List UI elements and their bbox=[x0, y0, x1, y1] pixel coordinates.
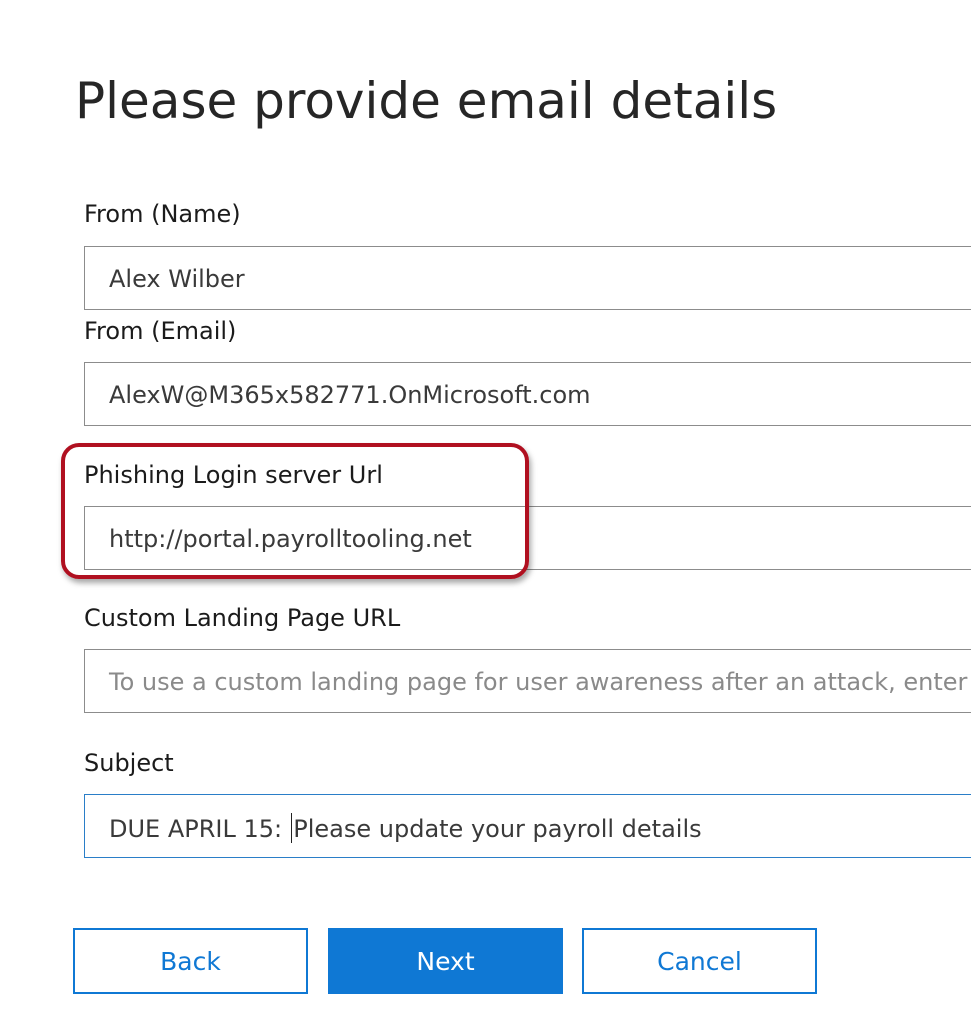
from-name-label: From (Name) bbox=[84, 200, 241, 228]
from-email-value: AlexW@M365x582771.OnMicrosoft.com bbox=[109, 381, 591, 409]
cancel-button-label: Cancel bbox=[657, 946, 742, 976]
page-title: Please provide email details bbox=[75, 72, 778, 130]
phishing-url-input[interactable]: http://portal.payrolltooling.net bbox=[84, 506, 971, 570]
subject-label: Subject bbox=[84, 749, 174, 777]
phishing-url-value: http://portal.payrolltooling.net bbox=[109, 525, 472, 553]
email-details-page: Please provide email details From (Name)… bbox=[0, 0, 971, 1024]
landing-url-placeholder: To use a custom landing page for user aw… bbox=[109, 668, 971, 696]
from-name-value: Alex Wilber bbox=[109, 265, 245, 293]
back-button-label: Back bbox=[160, 946, 221, 976]
next-button[interactable]: Next bbox=[328, 928, 563, 994]
subject-value-before-caret: DUE APRIL 15: bbox=[109, 815, 290, 843]
next-button-label: Next bbox=[416, 946, 475, 976]
back-button[interactable]: Back bbox=[73, 928, 308, 994]
from-email-input[interactable]: AlexW@M365x582771.OnMicrosoft.com bbox=[84, 362, 971, 426]
from-email-label: From (Email) bbox=[84, 317, 237, 345]
cancel-button[interactable]: Cancel bbox=[582, 928, 817, 994]
subject-value: DUE APRIL 15: Please update your payroll… bbox=[109, 813, 702, 843]
from-name-input[interactable]: Alex Wilber bbox=[84, 246, 971, 310]
subject-value-after-caret: Please update your payroll details bbox=[293, 815, 702, 843]
landing-url-input[interactable]: To use a custom landing page for user aw… bbox=[84, 649, 971, 713]
subject-input[interactable]: DUE APRIL 15: Please update your payroll… bbox=[84, 794, 971, 858]
phishing-url-label: Phishing Login server Url bbox=[84, 461, 383, 489]
landing-url-label: Custom Landing Page URL bbox=[84, 604, 401, 632]
